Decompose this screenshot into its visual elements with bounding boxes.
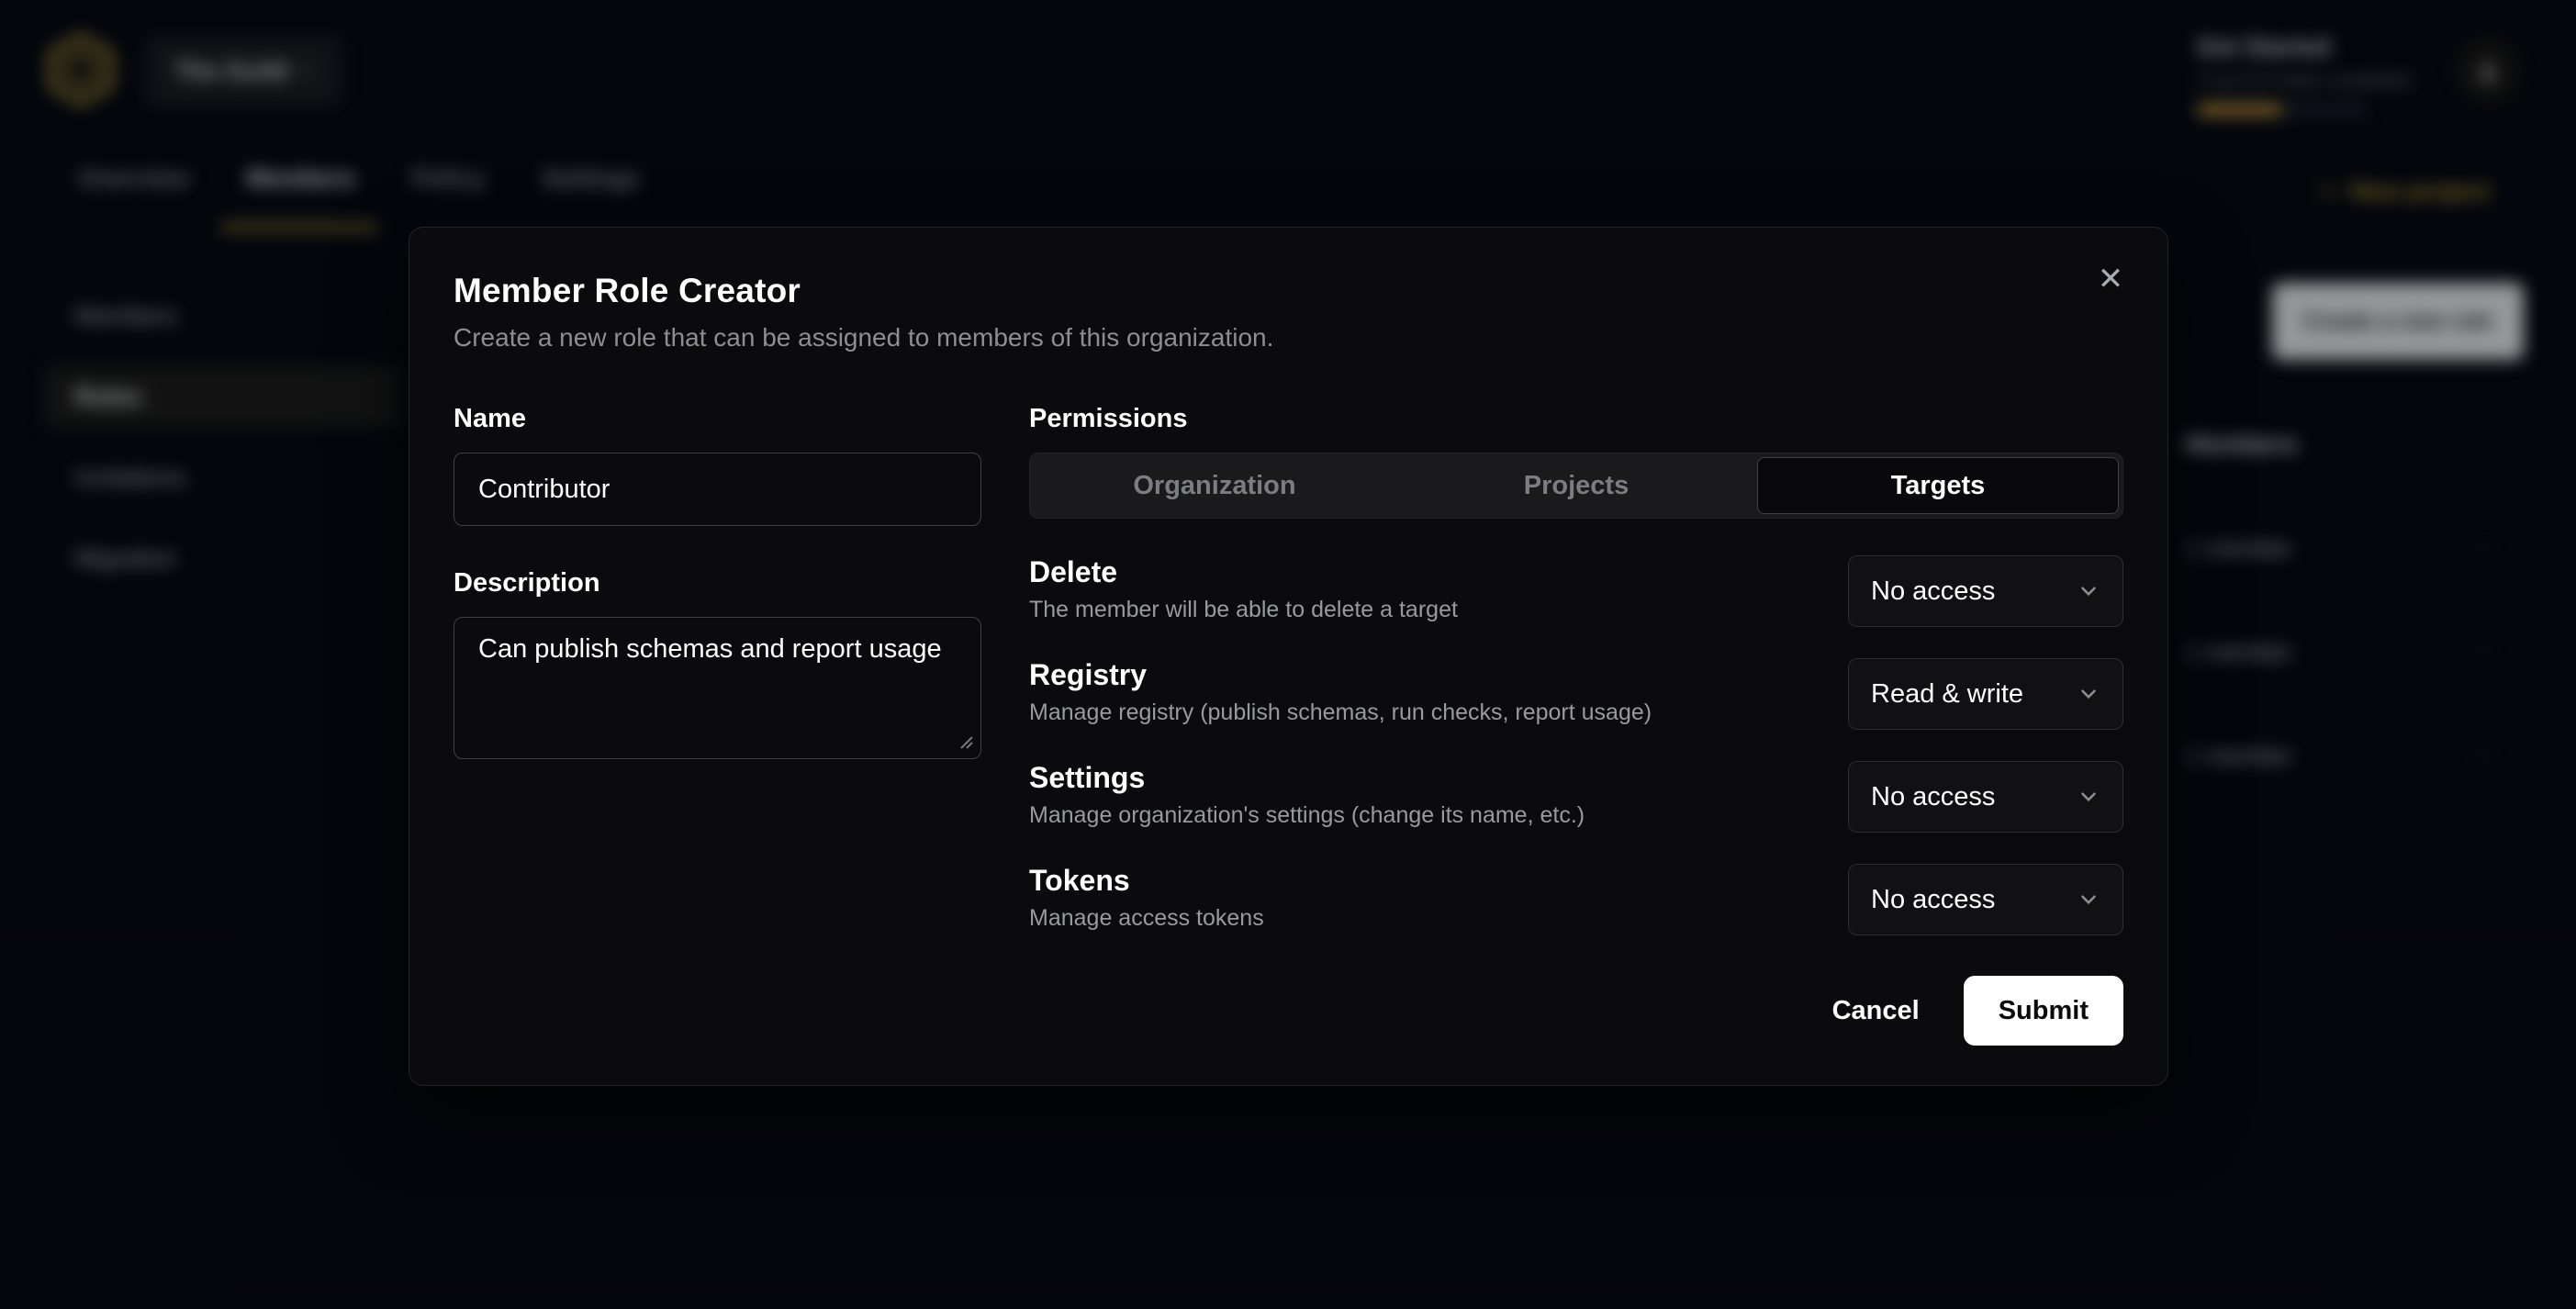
tab-targets[interactable]: Targets [1757, 457, 2119, 514]
dialog-footer: Cancel Submit [454, 976, 2123, 1046]
permissions-column: Permissions Organization Projects Target… [1029, 404, 2123, 935]
description-field-wrap: Can publish schemas and report usage [454, 617, 981, 759]
tokens-access-select[interactable]: No access [1848, 864, 2123, 935]
chevron-down-icon [2077, 682, 2100, 706]
permission-row-tokens: Tokens Manage access tokens No access [1029, 864, 2123, 935]
submit-button[interactable]: Submit [1964, 976, 2123, 1046]
tab-organization[interactable]: Organization [1034, 457, 1395, 514]
dialog-title: Member Role Creator [454, 272, 2123, 310]
delete-access-select[interactable]: No access [1848, 555, 2123, 627]
permission-description: The member will be able to delete a targ… [1029, 597, 1458, 623]
select-value: No access [1871, 885, 1995, 915]
select-value: Read & write [1871, 679, 2023, 710]
member-role-creator-dialog: ✕ Member Role Creator Create a new role … [409, 227, 2168, 1086]
permission-description: Manage organization's settings (change i… [1029, 802, 1585, 829]
role-form-column: Name Description Can publish schemas and… [454, 404, 981, 935]
settings-access-select[interactable]: No access [1848, 761, 2123, 833]
permission-title: Delete [1029, 555, 1458, 589]
role-description-textarea[interactable]: Can publish schemas and report usage [454, 617, 981, 759]
permission-row-registry: Registry Manage registry (publish schema… [1029, 658, 2123, 730]
permission-row-settings: Settings Manage organization's settings … [1029, 761, 2123, 833]
permission-title: Settings [1029, 761, 1585, 795]
chevron-down-icon [2077, 888, 2100, 912]
tab-projects[interactable]: Projects [1395, 457, 1757, 514]
role-name-input[interactable] [454, 453, 981, 526]
name-label: Name [454, 404, 981, 434]
chevron-down-icon [2077, 579, 2100, 603]
chevron-down-icon [2077, 785, 2100, 809]
close-icon[interactable]: ✕ [2089, 257, 2133, 301]
select-value: No access [1871, 576, 1995, 607]
select-value: No access [1871, 782, 1995, 812]
dialog-subtitle: Create a new role that can be assigned t… [454, 323, 2123, 352]
permission-description: Manage registry (publish schemas, run ch… [1029, 699, 1652, 726]
resize-handle-icon[interactable] [958, 733, 974, 750]
permission-title: Tokens [1029, 864, 1264, 898]
cancel-button[interactable]: Cancel [1809, 979, 1943, 1043]
permission-row-delete: Delete The member will be able to delete… [1029, 555, 2123, 627]
permission-rows: Delete The member will be able to delete… [1029, 555, 2123, 935]
permissions-label: Permissions [1029, 404, 2123, 434]
permissions-tabgroup: Organization Projects Targets [1029, 453, 2123, 519]
registry-access-select[interactable]: Read & write [1848, 658, 2123, 730]
permission-title: Registry [1029, 658, 1652, 692]
permission-description: Manage access tokens [1029, 905, 1264, 932]
description-label: Description [454, 568, 981, 599]
app-root: The Guild ▾ Get Started 2 out of 5 tasks… [0, 0, 2576, 1309]
